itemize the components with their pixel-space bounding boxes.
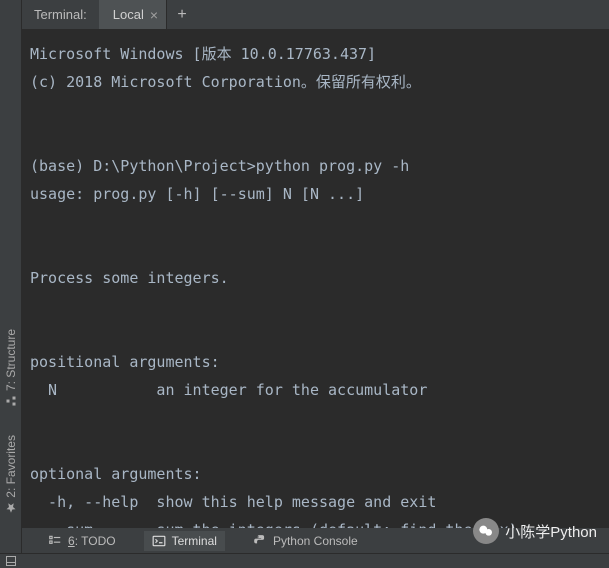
terminal-output[interactable]: Microsoft Windows [版本 10.0.17763.437] (c… [22, 30, 609, 528]
terminal-icon [152, 534, 166, 548]
terminal-tab-local[interactable]: Local × [99, 0, 167, 29]
close-icon[interactable]: × [150, 7, 158, 23]
tool-python-console-label: Python Console [273, 534, 358, 548]
terminal-tab-label: Local [113, 7, 144, 22]
terminal-tab-bar: Terminal: Local × + [22, 0, 609, 30]
tool-todo[interactable]: 6: TODO [40, 531, 124, 551]
watermark: 小陈学Python [473, 518, 597, 544]
tool-terminal-label: Terminal [172, 534, 217, 548]
rail-favorites-label: 2: Favorites [4, 435, 18, 498]
structure-icon [5, 395, 17, 407]
watermark-text: 小陈学Python [505, 521, 597, 542]
tool-python-console[interactable]: Python Console [245, 531, 366, 551]
tool-terminal[interactable]: Terminal [144, 531, 225, 551]
star-icon [5, 502, 17, 514]
tool-todo-label: 6: TODO [68, 534, 116, 548]
layout-icon[interactable] [4, 555, 18, 567]
wechat-icon [473, 518, 499, 544]
terminal-panel-title: Terminal: [22, 0, 99, 29]
left-tool-rail: 2: Favorites 7: Structure [0, 0, 22, 568]
python-icon [253, 534, 267, 548]
rail-favorites[interactable]: 2: Favorites [4, 435, 18, 514]
rail-structure-label: 7: Structure [4, 329, 18, 391]
todo-icon [48, 534, 62, 548]
add-tab-button[interactable]: + [167, 0, 197, 29]
rail-structure[interactable]: 7: Structure [4, 329, 18, 407]
status-bar [0, 553, 609, 568]
terminal-panel: Terminal: Local × + Microsoft Windows [版… [22, 0, 609, 528]
